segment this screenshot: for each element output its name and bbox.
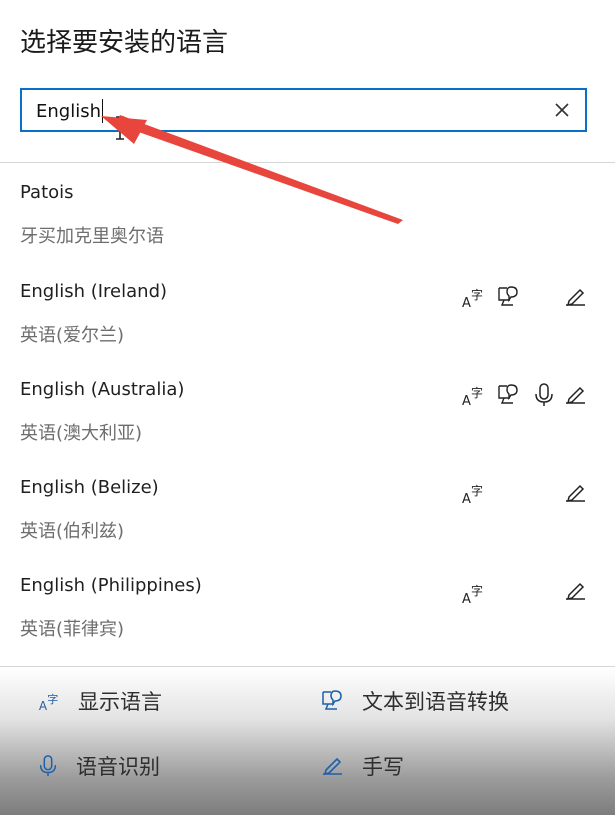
language-name: Patois <box>20 182 74 203</box>
clear-search-button[interactable] <box>549 97 575 123</box>
legend-label: 文本到语音转换 <box>362 690 509 714</box>
page-title: 选择要安装的语言 <box>20 28 229 58</box>
svg-text:字: 字 <box>471 483 483 498</box>
divider <box>0 162 615 163</box>
handwriting-icon <box>566 582 585 601</box>
text-cursor-icon <box>116 116 124 140</box>
search-input[interactable]: English <box>36 99 103 123</box>
handwriting-icon <box>566 484 585 503</box>
language-name: English (Australia) <box>20 379 185 400</box>
svg-text:字: 字 <box>471 287 483 302</box>
svg-text:字: 字 <box>471 583 483 598</box>
legend-label: 手写 <box>362 755 404 779</box>
speech-recognition-icon <box>39 755 57 777</box>
language-name: English (Ireland) <box>20 281 168 302</box>
legend-handwriting: 手写 <box>320 751 404 781</box>
display-language-icon: A 字 <box>462 287 483 310</box>
handwriting-icon <box>323 757 342 776</box>
display-language-icon: A 字 <box>39 692 58 713</box>
text-to-speech-icon <box>498 286 518 306</box>
text-to-speech-icon <box>322 690 342 710</box>
language-item-patois[interactable]: Patois 牙买加克里奥尔语 <box>0 182 615 278</box>
legend-text-to-speech: 文本到语音转换 <box>320 686 509 716</box>
display-language-icon: A 字 <box>462 583 483 606</box>
search-field[interactable]: English <box>20 88 587 132</box>
svg-text:A: A <box>462 492 471 506</box>
language-item-english-philippines[interactable]: English (Philippines) 英语(菲律宾) A 字 <box>0 575 615 671</box>
language-name: English (Philippines) <box>20 575 202 596</box>
legend-label: 显示语言 <box>78 690 162 714</box>
svg-text:A: A <box>462 592 471 606</box>
svg-text:A: A <box>462 394 471 408</box>
legend-label: 语音识别 <box>76 755 160 779</box>
language-native-name: 英语(伯利兹) <box>20 521 125 542</box>
legend-display-language: A 字 显示语言 <box>38 686 162 716</box>
language-native-name: 英语(澳大利亚) <box>20 423 143 444</box>
language-item-english-ireland[interactable]: English (Ireland) 英语(爱尔兰) A 字 <box>0 281 615 377</box>
speech-recognition-icon <box>535 383 553 406</box>
language-native-name: 英语(爱尔兰) <box>20 325 125 346</box>
handwriting-icon <box>566 288 585 307</box>
language-native-name: 英语(菲律宾) <box>20 619 125 640</box>
text-to-speech-icon <box>498 384 518 404</box>
language-name: English (Belize) <box>20 477 159 498</box>
svg-text:字: 字 <box>47 692 58 706</box>
language-item-english-belize[interactable]: English (Belize) 英语(伯利兹) A 字 <box>0 477 615 573</box>
display-language-icon: A 字 <box>462 385 483 408</box>
language-item-english-australia[interactable]: English (Australia) 英语(澳大利亚) A 字 <box>0 379 615 475</box>
svg-text:A: A <box>462 296 471 310</box>
svg-text:字: 字 <box>471 385 483 400</box>
feature-legend: A 字 显示语言 文本到语音转换 语音识别 手写 <box>0 667 615 815</box>
text-caret <box>102 99 103 123</box>
display-language-icon: A 字 <box>462 483 483 506</box>
search-input-value: English <box>36 100 101 122</box>
legend-speech-recognition: 语音识别 <box>36 751 160 781</box>
handwriting-icon <box>566 386 585 405</box>
language-native-name: 牙买加克里奥尔语 <box>20 226 164 247</box>
close-icon <box>555 103 569 117</box>
